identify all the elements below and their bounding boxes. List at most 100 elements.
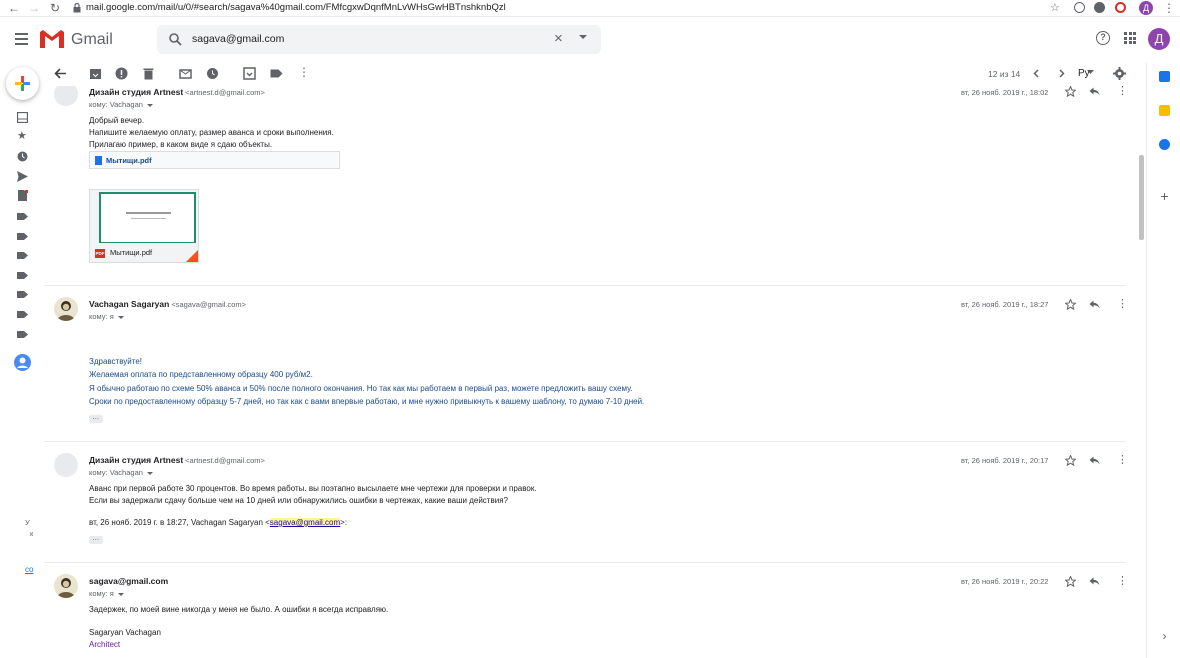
archive-icon[interactable] bbox=[89, 67, 102, 80]
message-more-icon[interactable]: ⋮ bbox=[1117, 453, 1125, 466]
help-icon[interactable]: ? bbox=[1096, 31, 1110, 45]
reply-icon[interactable] bbox=[1089, 299, 1100, 310]
older-icon[interactable] bbox=[1055, 67, 1068, 80]
chevron-down-icon bbox=[146, 471, 153, 475]
expand-panel-icon[interactable]: › bbox=[1159, 630, 1170, 642]
recipient-text: кому: я bbox=[89, 312, 114, 321]
sent-icon[interactable] bbox=[17, 171, 28, 182]
body-line: Прилагаю пример, в каком виде я сдаю объ… bbox=[89, 140, 273, 149]
search-input[interactable] bbox=[192, 33, 542, 45]
snoozed-icon[interactable] bbox=[17, 151, 28, 162]
avatar[interactable] bbox=[54, 453, 78, 477]
search-box[interactable]: × bbox=[157, 25, 601, 54]
account-avatar[interactable]: Д bbox=[1148, 28, 1170, 50]
settings-gear-icon[interactable] bbox=[1113, 67, 1126, 80]
gmail-logo-icon[interactable] bbox=[40, 30, 64, 48]
apps-grid-icon[interactable] bbox=[1124, 32, 1136, 44]
star-icon[interactable] bbox=[1065, 455, 1076, 466]
sidebar-link[interactable]: co bbox=[25, 565, 33, 574]
compose-button[interactable] bbox=[6, 67, 39, 100]
more-options-icon[interactable]: ⋮ bbox=[298, 65, 311, 79]
input-language-button[interactable]: Ру bbox=[1078, 68, 1090, 79]
message-date: вт, 26 нояб. 2019 г., 18:02 bbox=[961, 88, 1049, 97]
pinterest-extension-icon[interactable] bbox=[1094, 2, 1105, 13]
avatar[interactable] bbox=[54, 297, 78, 321]
back-icon[interactable]: ← bbox=[8, 1, 20, 15]
tasks-icon[interactable] bbox=[1159, 139, 1170, 150]
label-icon[interactable] bbox=[17, 329, 28, 340]
clear-search-icon[interactable]: × bbox=[554, 30, 563, 47]
label-icon[interactable] bbox=[17, 250, 28, 261]
sender-name[interactable]: Дизайн студия Artnest <artnest.d@gmail.co… bbox=[89, 87, 265, 97]
avatar[interactable] bbox=[54, 574, 78, 598]
scrollbar-thumb[interactable] bbox=[1139, 155, 1144, 240]
recipient-toggle[interactable]: кому: я bbox=[89, 312, 124, 321]
body-line: Если вы задержали сдачу больше чем на 10… bbox=[89, 496, 508, 505]
globe-extension-icon[interactable] bbox=[1074, 2, 1085, 13]
move-to-icon[interactable] bbox=[243, 67, 256, 80]
mark-unread-icon[interactable] bbox=[179, 67, 192, 80]
labels-icon[interactable] bbox=[270, 67, 283, 80]
reply-icon[interactable] bbox=[1089, 86, 1100, 97]
plus-icon bbox=[15, 76, 30, 91]
snooze-icon[interactable] bbox=[206, 67, 219, 80]
browser-profile-avatar[interactable]: Д bbox=[1139, 1, 1153, 15]
pdf-icon: PDF bbox=[95, 249, 105, 258]
message-more-icon[interactable]: ⋮ bbox=[1117, 297, 1125, 310]
body-line: Здравствуйте! bbox=[89, 357, 143, 366]
quote-header-suffix: >: bbox=[340, 518, 348, 527]
label-icon[interactable] bbox=[17, 231, 28, 242]
bookmark-star-icon[interactable]: ☆ bbox=[1050, 1, 1060, 14]
message-more-icon[interactable]: ⋮ bbox=[1117, 86, 1125, 97]
recipient-toggle[interactable]: кому: Vachagan bbox=[89, 100, 153, 109]
body-line: Добрый вечер. bbox=[89, 116, 145, 125]
star-icon[interactable] bbox=[1065, 576, 1076, 587]
reply-icon[interactable] bbox=[1089, 455, 1100, 466]
reply-icon[interactable] bbox=[1089, 576, 1100, 587]
newer-icon[interactable] bbox=[1030, 67, 1043, 80]
label-icon[interactable] bbox=[17, 270, 28, 281]
star-icon[interactable] bbox=[1065, 86, 1076, 97]
search-icon[interactable] bbox=[169, 33, 182, 46]
attachment-link[interactable]: Мытищи.pdf bbox=[89, 151, 340, 169]
label-icon[interactable] bbox=[17, 309, 28, 320]
browser-menu-icon[interactable]: ⋮ bbox=[1163, 1, 1175, 15]
show-trimmed-button[interactable]: … bbox=[89, 535, 103, 544]
drafts-icon[interactable] bbox=[17, 190, 28, 201]
message-date: вт, 26 нояб. 2019 г., 20:22 bbox=[961, 577, 1049, 586]
recipient-toggle[interactable]: кому: я bbox=[89, 589, 124, 598]
recipient-text: кому: Vachagan bbox=[89, 100, 143, 109]
sidebar-note-2: к bbox=[30, 529, 34, 538]
report-spam-icon[interactable] bbox=[115, 67, 128, 80]
sender-name[interactable]: sagava@gmail.com bbox=[89, 576, 168, 586]
label-icon[interactable] bbox=[17, 211, 28, 222]
back-arrow-icon[interactable] bbox=[54, 67, 67, 80]
pager-count: 12 из 14 bbox=[988, 69, 1021, 79]
show-trimmed-button[interactable]: … bbox=[89, 414, 103, 423]
forward-icon[interactable]: → bbox=[28, 1, 40, 15]
opera-extension-icon[interactable] bbox=[1115, 2, 1126, 13]
reload-icon[interactable]: ↻ bbox=[50, 1, 60, 15]
attachment-thumbnail[interactable]: PDF Мытищи.pdf bbox=[89, 189, 199, 263]
address-bar[interactable]: mail.google.com/mail/u/0/#search/sagava%… bbox=[86, 2, 506, 13]
starred-icon[interactable]: ★ bbox=[17, 129, 28, 142]
delete-icon[interactable] bbox=[142, 67, 155, 80]
search-options-icon[interactable] bbox=[579, 35, 587, 39]
main-menu-icon[interactable] bbox=[15, 33, 28, 45]
sender-name[interactable]: Дизайн студия Artnest <artnest.d@gmail.co… bbox=[89, 455, 265, 465]
message-more-icon[interactable]: ⋮ bbox=[1117, 574, 1125, 587]
sender-name[interactable]: Vachagan Sagaryan <sagava@gmail.com> bbox=[89, 299, 246, 309]
quote-email-link[interactable]: sagava@gmail.com bbox=[269, 518, 341, 527]
recipient-toggle[interactable]: кому: Vachagan bbox=[89, 468, 153, 477]
message-toolbar: ⋮ bbox=[44, 63, 1134, 85]
keep-icon[interactable] bbox=[1159, 105, 1170, 116]
add-addon-icon[interactable]: + bbox=[1159, 189, 1170, 203]
label-icon[interactable] bbox=[17, 289, 28, 300]
calendar-icon[interactable] bbox=[1159, 71, 1170, 82]
body-line: Задержек, по моей вине никогда у меня не… bbox=[89, 605, 389, 614]
gmail-wordmark: Gmail bbox=[71, 31, 113, 48]
inbox-icon[interactable] bbox=[17, 112, 28, 123]
star-icon[interactable] bbox=[1065, 299, 1076, 310]
avatar[interactable] bbox=[54, 86, 78, 106]
hangouts-user-icon[interactable] bbox=[14, 354, 31, 371]
